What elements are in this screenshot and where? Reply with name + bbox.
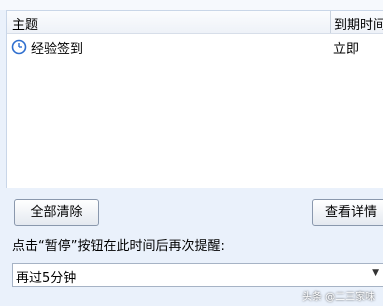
view-details-button[interactable]: 查看详情 (312, 199, 383, 226)
watermark: 头条 @二三家味 (302, 292, 376, 303)
reminder-list[interactable]: 主题 到期时间 经验签到 立即 (6, 10, 383, 188)
reminder-subject: 经验签到 (31, 42, 84, 57)
window-top-strip (0, 0, 383, 10)
column-header-subject[interactable]: 主题 (12, 14, 38, 33)
clear-all-button[interactable]: 全部清除 (14, 199, 99, 226)
reminder-due: 立即 (333, 42, 360, 57)
list-header: 主题 到期时间 (7, 11, 383, 34)
column-divider[interactable] (330, 11, 331, 33)
list-item[interactable]: 经验签到 立即 (7, 37, 383, 57)
snooze-prompt: 点击“暂停”按钮在此时间后再次提醒: (12, 239, 225, 254)
column-header-due[interactable]: 到期时间 (334, 14, 383, 33)
snooze-select[interactable]: 再过5分钟 ▼ (12, 263, 383, 287)
clock-icon (11, 39, 27, 55)
chevron-down-icon[interactable]: ▼ (372, 268, 379, 278)
snooze-selected-value: 再过5分钟 (16, 271, 77, 286)
